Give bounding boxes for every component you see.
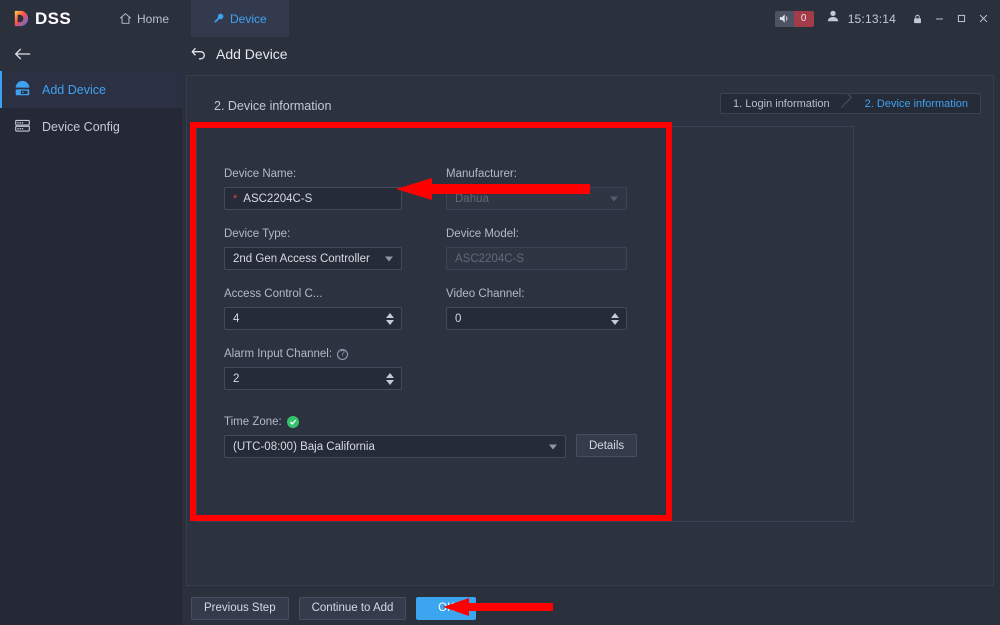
spinner-icon[interactable]	[386, 372, 394, 385]
device-information-form: Device Name: * ASC2204C-S Manufacturer: …	[196, 126, 854, 522]
app-logo-text: DSS	[35, 8, 72, 28]
manufacturer-label: Manufacturer:	[446, 168, 517, 180]
field-access-control-channel: Access Control C... 4	[224, 288, 402, 330]
spinner-icon[interactable]	[386, 312, 394, 325]
field-video-channel: Video Channel: 0	[446, 288, 627, 330]
access-control-channel-stepper[interactable]: 4	[224, 307, 402, 330]
undo-arrow-icon[interactable]	[191, 46, 207, 61]
alarm-input-channel-label-text: Alarm Input Channel:	[224, 348, 333, 360]
close-icon[interactable]	[972, 0, 994, 37]
server-rack-icon	[14, 117, 31, 137]
device-name-value: ASC2204C-S	[243, 192, 313, 205]
page-title: Add Device	[216, 45, 288, 62]
home-icon	[120, 13, 131, 24]
video-channel-value: 0	[455, 312, 462, 325]
maximize-icon[interactable]	[950, 0, 972, 37]
video-channel-stepper[interactable]: 0	[446, 307, 627, 330]
wrench-icon	[214, 13, 224, 23]
panel-title: 2. Device information	[214, 99, 332, 113]
time-zone-value: (UTC-08:00) Baja California	[233, 440, 375, 453]
alarm-count-badge: 0	[793, 10, 814, 27]
page-header: Add Device	[182, 37, 1000, 70]
field-device-name: Device Name: * ASC2204C-S	[224, 168, 402, 210]
system-clock: 15:13:14	[847, 11, 896, 26]
access-control-channel-label: Access Control C...	[224, 288, 323, 300]
device-model-input: ASC2204C-S	[446, 247, 627, 270]
field-device-type: Device Type: 2nd Gen Access Controller	[224, 228, 402, 270]
tab-home[interactable]: Home	[98, 0, 191, 37]
time-zone-select[interactable]: (UTC-08:00) Baja California	[224, 435, 566, 458]
tab-device[interactable]: Device	[191, 0, 289, 37]
form-footer: Previous Step Continue to Add OK	[186, 593, 994, 623]
device-type-label: Device Type:	[224, 228, 291, 240]
device-type-value: 2nd Gen Access Controller	[233, 252, 370, 265]
sidebar-item-device-config-label: Device Config	[42, 119, 120, 134]
green-check-icon	[286, 416, 299, 428]
minimize-icon[interactable]	[928, 0, 950, 37]
tab-home-label: Home	[137, 11, 170, 26]
previous-step-button[interactable]: Previous Step	[191, 596, 289, 620]
device-model-value: ASC2204C-S	[455, 252, 525, 265]
sidebar-back-button[interactable]	[0, 37, 182, 71]
titlebar-right-controls: 0 15:13:14	[774, 0, 994, 37]
alarm-input-channel-value: 2	[233, 372, 240, 385]
user-icon[interactable]	[826, 9, 840, 28]
title-bar: DSS Home Device 0 15:13:14	[0, 0, 1000, 37]
sidebar-item-device-config[interactable]: Device Config	[0, 108, 182, 145]
alarm-input-channel-label: Alarm Input Channel: ?	[224, 348, 402, 360]
continue-to-add-button[interactable]: Continue to Add	[298, 596, 407, 620]
dss-logo-icon	[14, 10, 29, 27]
alarm-sound-indicator[interactable]: 0	[774, 10, 814, 27]
app-logo: DSS	[0, 9, 88, 29]
main-content: Add Device 2. Device information 1. Logi…	[182, 37, 1000, 625]
back-arrow-icon	[14, 48, 31, 60]
tab-device-label: Device	[230, 11, 267, 26]
required-asterisk: *	[233, 192, 238, 205]
step-device-information-label: 2. Device information	[864, 97, 968, 110]
field-time-zone: Time Zone: (UTC-08:00) Baja California D…	[224, 416, 638, 458]
app-window: DSS Home Device 0 15:13:14 Add Device De…	[0, 0, 1000, 625]
step-login-information[interactable]: 1. Login information	[721, 94, 848, 113]
lock-icon[interactable]	[906, 0, 928, 37]
chevron-down-icon	[549, 444, 557, 449]
access-control-channel-value: 4	[233, 312, 240, 325]
sidebar-item-add-device[interactable]: Add Device	[0, 71, 182, 108]
sidebar-item-add-device-label: Add Device	[42, 82, 106, 97]
device-name-input[interactable]: * ASC2204C-S	[224, 187, 402, 210]
video-channel-label: Video Channel:	[446, 288, 525, 300]
alarm-input-channel-stepper[interactable]: 2	[224, 367, 402, 390]
step-device-information[interactable]: 2. Device information	[848, 94, 980, 113]
device-information-panel: 2. Device information 1. Login informati…	[186, 75, 994, 586]
device-dome-icon	[14, 80, 31, 100]
ok-button[interactable]: OK	[416, 596, 477, 620]
manufacturer-select[interactable]: Dahua	[446, 187, 627, 210]
field-manufacturer: Manufacturer: Dahua	[446, 168, 627, 210]
time-zone-label: Time Zone:	[224, 416, 566, 428]
device-type-select[interactable]: 2nd Gen Access Controller	[224, 247, 402, 270]
device-model-label: Device Model:	[446, 228, 519, 240]
time-zone-label-text: Time Zone:	[224, 416, 282, 428]
chevron-down-icon	[610, 196, 618, 201]
help-circle-icon[interactable]: ?	[337, 348, 349, 360]
time-zone-details-button[interactable]: Details	[576, 434, 638, 457]
step-indicator: 1. Login information 2. Device informati…	[720, 93, 981, 114]
chevron-down-icon	[385, 256, 393, 261]
field-device-model: Device Model: ASC2204C-S	[446, 228, 627, 270]
sidebar: Add Device Device Config	[0, 37, 182, 625]
device-name-label: Device Name:	[224, 168, 297, 180]
spinner-icon[interactable]	[611, 312, 619, 325]
step-login-information-label: 1. Login information	[733, 97, 830, 110]
field-alarm-input-channel: Alarm Input Channel: ? 2	[224, 348, 402, 390]
manufacturer-value: Dahua	[455, 192, 489, 205]
speaker-icon	[774, 10, 794, 27]
